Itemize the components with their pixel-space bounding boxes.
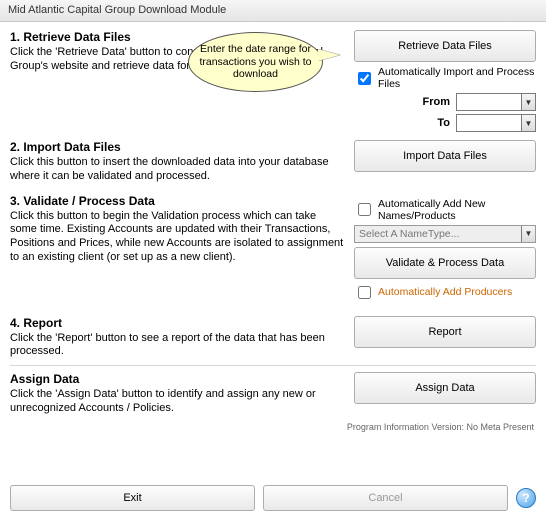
chevron-down-icon[interactable]: ▼ bbox=[521, 115, 535, 131]
assign-desc: Click the 'Assign Data' button to identi… bbox=[10, 388, 344, 416]
auto-import-row[interactable]: Automatically Import and Process Files bbox=[354, 66, 536, 90]
window-title: Mid Atlantic Capital Group Download Modu… bbox=[8, 4, 226, 16]
chevron-down-icon[interactable]: ▼ bbox=[521, 94, 535, 110]
import-button[interactable]: Import Data Files bbox=[354, 140, 536, 172]
validate-desc: Click this button to begin the Validatio… bbox=[10, 210, 344, 265]
footer: Exit Cancel ? bbox=[10, 485, 536, 511]
auto-add-names-row[interactable]: Automatically Add New Names/Products bbox=[354, 198, 536, 222]
window-titlebar: Mid Atlantic Capital Group Download Modu… bbox=[0, 0, 546, 22]
section-validate: 3. Validate / Process Data Click this bu… bbox=[10, 194, 536, 302]
auto-add-producers-row[interactable]: Automatically Add Producers bbox=[354, 283, 536, 302]
from-date-input[interactable]: ▼ bbox=[456, 93, 536, 111]
auto-import-checkbox[interactable] bbox=[358, 72, 371, 85]
report-button[interactable]: Report bbox=[354, 316, 536, 348]
auto-add-producers-checkbox[interactable] bbox=[358, 286, 371, 299]
section-report: 4. Report Click the 'Report' button to s… bbox=[10, 316, 536, 360]
section-retrieve: 1. Retrieve Data Files Click the 'Retrie… bbox=[10, 30, 536, 132]
import-desc: Click this button to insert the download… bbox=[10, 156, 344, 184]
date-range-callout: Enter the date range for transactions yo… bbox=[188, 32, 323, 92]
report-heading: 4. Report bbox=[10, 316, 344, 330]
auto-import-label: Automatically Import and Process Files bbox=[378, 66, 536, 90]
import-heading: 2. Import Data Files bbox=[10, 140, 344, 154]
auto-add-names-checkbox[interactable] bbox=[358, 203, 371, 216]
nametype-select[interactable]: Select A NameType... ▼ bbox=[354, 225, 536, 243]
retrieve-button[interactable]: Retrieve Data Files bbox=[354, 30, 536, 62]
to-label: To bbox=[420, 117, 450, 129]
auto-add-producers-label: Automatically Add Producers bbox=[378, 286, 512, 298]
assign-button[interactable]: Assign Data bbox=[354, 372, 536, 404]
separator bbox=[10, 365, 536, 366]
exit-button[interactable]: Exit bbox=[10, 485, 255, 511]
section-import: 2. Import Data Files Click this button t… bbox=[10, 140, 536, 184]
section-assign: Assign Data Click the 'Assign Data' butt… bbox=[10, 372, 536, 416]
assign-heading: Assign Data bbox=[10, 372, 344, 386]
nametype-placeholder: Select A NameType... bbox=[359, 228, 459, 240]
chevron-down-icon[interactable]: ▼ bbox=[521, 226, 535, 242]
to-date-input[interactable]: ▼ bbox=[456, 114, 536, 132]
from-label: From bbox=[420, 96, 450, 108]
report-desc: Click the 'Report' button to see a repor… bbox=[10, 332, 344, 360]
validate-button[interactable]: Validate & Process Data bbox=[354, 247, 536, 279]
version-text: Program Information Version: No Meta Pre… bbox=[10, 422, 534, 432]
help-icon[interactable]: ? bbox=[516, 488, 536, 508]
cancel-button: Cancel bbox=[263, 485, 508, 511]
auto-add-names-label: Automatically Add New Names/Products bbox=[378, 198, 536, 222]
validate-heading: 3. Validate / Process Data bbox=[10, 194, 344, 208]
